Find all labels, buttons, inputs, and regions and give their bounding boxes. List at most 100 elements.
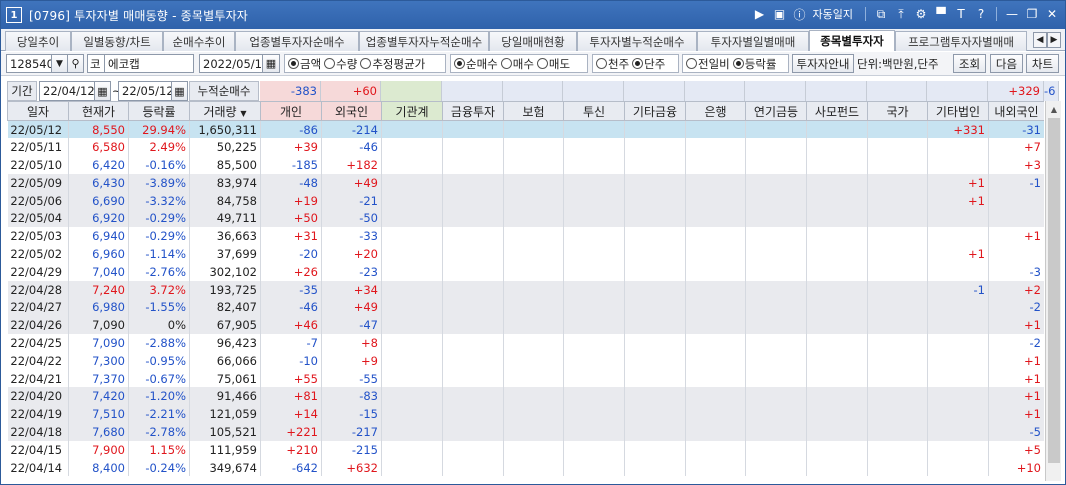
- radio-quantity[interactable]: 수량: [324, 56, 357, 72]
- pin-icon[interactable]: ▀: [932, 5, 950, 23]
- column-header[interactable]: 은행: [685, 101, 746, 121]
- table-row[interactable]: 22/04/21 7,370 -0.67% 75,061 +55 -55 +1: [7, 369, 1044, 388]
- radio-single-shares[interactable]: 단주: [632, 56, 665, 72]
- table-row[interactable]: 22/05/09 6,430 -3.89% 83,974 -48 +49 +1 -1: [7, 173, 1044, 192]
- tab-net-buy-trend[interactable]: 순매수추이: [163, 31, 235, 51]
- table-cell: 0%: [128, 316, 190, 335]
- stock-code-input[interactable]: 128540: [6, 54, 52, 73]
- chart-button[interactable]: 차트: [1026, 54, 1059, 73]
- radio-change-rate[interactable]: 등락률: [732, 56, 777, 72]
- table-row[interactable]: 22/04/22 7,300 -0.95% 66,066 -10 +9 +1: [7, 351, 1044, 370]
- tab-daily-chart[interactable]: 일별동향/차트: [71, 31, 163, 51]
- table-row[interactable]: 22/05/11 6,580 2.49% 50,225 +39 -46 +7: [7, 138, 1044, 157]
- radio-thousand-shares[interactable]: 천주: [596, 56, 629, 72]
- table-cell: [624, 351, 686, 370]
- table-row[interactable]: 22/04/19 7,510 -2.21% 121,059 +14 -15 +1: [7, 405, 1044, 424]
- radio-buy[interactable]: 매수: [500, 56, 534, 72]
- radio-amount[interactable]: 금액: [288, 56, 321, 72]
- table-row[interactable]: 22/05/10 6,420 -0.16% 85,500 -185 +182 +3: [7, 156, 1044, 174]
- end-calendar-icon[interactable]: ▦: [171, 81, 188, 101]
- code-dropdown-icon[interactable]: ▼: [51, 54, 68, 73]
- minimize-icon[interactable]: —: [1003, 5, 1021, 23]
- table-cell: [442, 369, 504, 388]
- table-cell: [442, 423, 504, 441]
- investor-table[interactable]: 일자 현재가 등락률 거래량 ▼ 개인 외국인 기관계 금융투자 보험 투신 기타금융 은행 연기금등 사…: [7, 101, 1044, 481]
- column-header[interactable]: 연기금등: [745, 101, 807, 121]
- table-row[interactable]: 22/04/14 8,400 -0.24% 349,674 -642 +632 +10: [7, 458, 1044, 477]
- date-input[interactable]: 2022/05/12: [199, 54, 263, 73]
- tab-investor-cum-net-buy[interactable]: 투자자별누적순매수: [577, 31, 697, 51]
- start-calendar-icon[interactable]: ▦: [94, 81, 111, 101]
- tab-intraday-trade[interactable]: 당일매매현황: [489, 31, 577, 51]
- table-row[interactable]: 22/04/29 7,040 -2.76% 302,102 +26 -23 -3: [7, 262, 1044, 281]
- table-row[interactable]: 22/04/20 7,420 -1.20% 91,466 +81 -83 +1: [7, 387, 1044, 406]
- column-header[interactable]: 금융투자: [442, 101, 504, 121]
- stock-name-field[interactable]: 에코캡: [104, 54, 194, 73]
- column-header[interactable]: 국가: [867, 101, 928, 121]
- radio-sell[interactable]: 매도: [536, 56, 570, 72]
- restore-icon[interactable]: ❐: [1023, 5, 1041, 23]
- table-row[interactable]: 22/04/25 7,090 -2.88% 96,423 -7 +8 -2: [7, 334, 1044, 352]
- table-cell: [624, 369, 686, 388]
- table-row[interactable]: 22/04/28 7,240 3.72% 193,725 -35 +34 -1 +2: [7, 280, 1044, 299]
- table-cell: 302,102: [189, 262, 261, 281]
- column-header[interactable]: 등락률: [128, 101, 190, 121]
- tab-next-arrow-icon[interactable]: ▶: [1047, 32, 1061, 48]
- investor-guide-button[interactable]: 투자자안내: [792, 54, 854, 73]
- settings-icon[interactable]: ⚙: [912, 5, 930, 23]
- tab-investor-daily-trade[interactable]: 투자자별일별매매: [697, 31, 809, 51]
- table-row[interactable]: 22/05/04 6,920 -0.29% 49,711 +50 -50: [7, 209, 1044, 228]
- radio-net-buy[interactable]: 순매수: [454, 56, 498, 72]
- column-header[interactable]: 거래량 ▼: [189, 101, 261, 121]
- radio-est-avg-price[interactable]: 추정평균가: [360, 56, 425, 72]
- next-button[interactable]: 다음: [990, 54, 1023, 73]
- table-row[interactable]: 22/05/03 6,940 -0.29% 36,663 +31 -33 +1: [7, 227, 1044, 246]
- memo-icon[interactable]: ▣: [771, 5, 789, 23]
- close-icon[interactable]: ✕: [1043, 5, 1061, 23]
- table-row[interactable]: 22/05/06 6,690 -3.32% 84,758 +19 -21 +1: [7, 191, 1044, 210]
- column-header[interactable]: 사모펀드: [806, 101, 868, 121]
- table-row[interactable]: 22/04/18 7,680 -2.78% 105,521 +221 -217 -5: [7, 423, 1044, 441]
- tab-stock-investor[interactable]: 종목별투자자: [809, 30, 895, 51]
- period-start-input[interactable]: 22/04/12: [39, 81, 95, 101]
- play-icon[interactable]: ▶: [751, 5, 769, 23]
- period-end-input[interactable]: 22/05/12: [118, 81, 172, 101]
- auto-log-button[interactable]: 자동일지: [813, 6, 853, 22]
- search-button[interactable]: 조회: [953, 54, 986, 73]
- column-header[interactable]: 보험: [503, 101, 564, 121]
- link-icon[interactable]: ⧉: [872, 5, 890, 23]
- tab-intraday[interactable]: 당일추이: [5, 31, 71, 51]
- info-icon[interactable]: ⓘ: [791, 5, 809, 23]
- vertical-scrollbar[interactable]: ▲: [1045, 101, 1061, 481]
- table-cell: -2.78%: [128, 423, 190, 441]
- table-row[interactable]: 22/04/27 6,980 -1.55% 82,407 -46 +49 -2: [7, 298, 1044, 317]
- column-header[interactable]: 기타금융: [624, 101, 686, 121]
- table-cell: -0.29%: [128, 227, 190, 246]
- table-row[interactable]: 22/05/02 6,960 -1.14% 37,699 -20 +20 +1: [7, 245, 1044, 263]
- upload-icon[interactable]: ⤒: [892, 5, 910, 23]
- search-icon[interactable]: ⚲: [67, 54, 84, 73]
- column-header[interactable]: 외국인: [321, 101, 382, 121]
- scroll-thumb[interactable]: [1048, 118, 1060, 463]
- sort-down-icon[interactable]: ▼: [240, 109, 246, 118]
- column-header[interactable]: 기타법인: [927, 101, 989, 121]
- tab-sector-cum-net-buy[interactable]: 업종별투자자누적순매수: [359, 31, 489, 51]
- column-header[interactable]: 현재가: [68, 101, 129, 121]
- help-icon[interactable]: ?: [972, 5, 990, 23]
- table-cell: [442, 227, 504, 246]
- column-header[interactable]: 일자: [7, 101, 69, 121]
- column-header[interactable]: 투신: [563, 101, 625, 121]
- table-row[interactable]: 22/04/15 7,900 1.15% 111,959 +210 -215 +5: [7, 440, 1044, 459]
- table-row[interactable]: 22/04/26 7,090 0% 67,905 +46 -47 +1: [7, 316, 1044, 335]
- table-row[interactable]: 22/05/12 8,550 29.94% 1,650,311 -86 -214 +331-…: [7, 120, 1044, 139]
- column-header[interactable]: 기관계: [381, 101, 443, 121]
- tab-program-investor[interactable]: 프로그램투자자별매매: [895, 31, 1027, 51]
- calendar-icon[interactable]: ▦: [262, 54, 280, 73]
- column-header[interactable]: 개인: [260, 101, 322, 121]
- font-icon[interactable]: T: [952, 5, 970, 23]
- column-header[interactable]: 내외국인: [988, 101, 1044, 121]
- radio-prev-day-diff[interactable]: 전일비: [686, 56, 730, 72]
- scroll-up-icon[interactable]: ▲: [1046, 101, 1062, 117]
- tab-sector-net-buy[interactable]: 업종별투자자순매수: [235, 31, 359, 51]
- tab-prev-arrow-icon[interactable]: ◀: [1033, 32, 1047, 48]
